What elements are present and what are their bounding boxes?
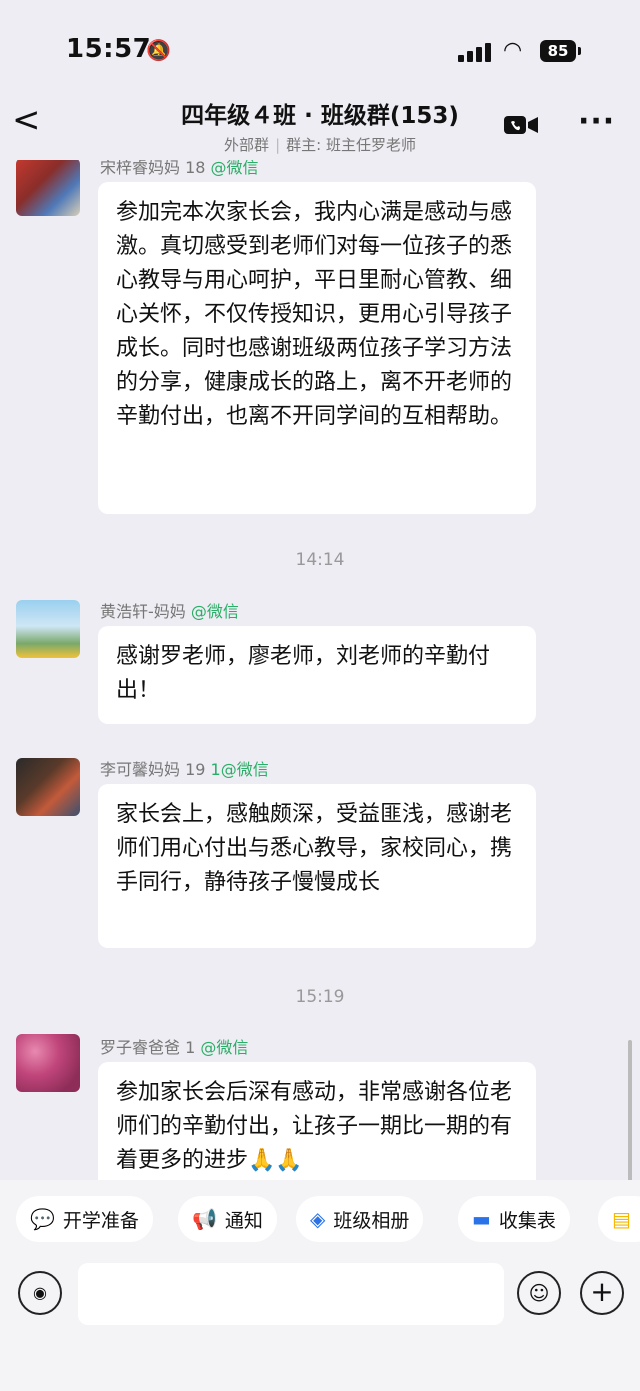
status-bar: 15:57 🔕 ◠ 85 bbox=[0, 0, 640, 100]
input-bar: ◉ ☺ + bbox=[0, 1255, 640, 1391]
message-bubble[interactable]: 感谢罗老师，廖老师，刘老师的辛勤付出！ bbox=[98, 626, 536, 724]
sender-name: 宋梓睿妈妈 18 @微信 bbox=[100, 160, 259, 177]
avatar[interactable] bbox=[16, 758, 80, 816]
group-title: 四年级４班 · 班级群(153) bbox=[181, 103, 459, 129]
emoji-icon[interactable]: ☺ bbox=[517, 1271, 561, 1315]
sender-name: 罗子睿爸爸 1 @微信 bbox=[100, 1038, 249, 1057]
timestamp: 15:19 bbox=[295, 987, 345, 1007]
message-bubble[interactable]: 家长会上，感触颇深，受益匪浅，感谢老师们用心付出与悉心教导，家校同心，携手同行，… bbox=[98, 784, 536, 948]
chip-label: 班级相册 bbox=[333, 1209, 410, 1232]
tray-icon: ▬ bbox=[472, 1207, 491, 1231]
status-time: 15:57 bbox=[66, 34, 152, 64]
avatar[interactable] bbox=[16, 1034, 80, 1092]
megaphone-icon: 📢 bbox=[192, 1207, 217, 1231]
album-icon: ◈ bbox=[310, 1207, 326, 1231]
quick-tools-bar: 💬 开学准备 📢 通知 ◈ 班级相册 ▬ 收集表 ▤ bbox=[0, 1180, 640, 1260]
chip-label: 通知 bbox=[224, 1209, 263, 1232]
sender-name: 李可馨妈妈 19 1@微信 bbox=[100, 760, 269, 779]
group-subtitle: 外部群 | 群主: 班主任罗老师 bbox=[224, 136, 416, 154]
message-input[interactable] bbox=[78, 1263, 504, 1325]
class-album-button[interactable]: ◈ 班级相册 bbox=[296, 1196, 424, 1242]
chip-label: 收集表 bbox=[498, 1209, 556, 1232]
message-list[interactable]: 宋梓睿妈妈 18 @微信 参加完本次家长会，我内心满是感动与感激。真切感受到老师… bbox=[0, 160, 640, 1180]
mute-bell-icon: 🔕 bbox=[146, 38, 171, 62]
video-call-icon[interactable] bbox=[504, 114, 538, 136]
start-school-prep-button[interactable]: 💬 开学准备 bbox=[16, 1196, 153, 1242]
message-bubble[interactable]: 参加完本次家长会，我内心满是感动与感激。真切感受到老师们对每一位孩子的悉心教导与… bbox=[98, 182, 536, 514]
message-bubble[interactable]: 参加家长会后深有感动，非常感谢各位老师们的辛勤付出，让孩子一期比一期的有着更多的… bbox=[98, 1062, 536, 1180]
collection-form-button[interactable]: ▬ 收集表 bbox=[458, 1196, 570, 1242]
more-options-icon[interactable]: ··· bbox=[578, 104, 615, 139]
timestamp: 14:14 bbox=[295, 550, 345, 570]
chip-label: 开学准备 bbox=[62, 1209, 139, 1232]
wifi-icon: ◠ bbox=[503, 38, 523, 63]
cellular-signal-icon bbox=[458, 40, 492, 62]
group-owner-label: 群主: 班主任罗老师 bbox=[286, 136, 416, 154]
sender-name: 黄浩轩-妈妈 @微信 bbox=[100, 602, 239, 621]
notice-button[interactable]: 📢 通知 bbox=[178, 1196, 277, 1242]
avatar[interactable] bbox=[16, 160, 80, 216]
note-icon: ▤ bbox=[612, 1207, 631, 1231]
plus-icon[interactable]: + bbox=[580, 1271, 624, 1315]
battery-icon: 85 bbox=[540, 40, 581, 62]
external-group-label: 外部群 bbox=[224, 136, 270, 154]
chat-bubble-icon: 💬 bbox=[30, 1207, 55, 1231]
avatar[interactable] bbox=[16, 600, 80, 658]
more-tools-button[interactable]: ▤ bbox=[598, 1196, 640, 1242]
scrollbar[interactable] bbox=[628, 1040, 632, 1180]
chat-header: < 四年级４班 · 班级群(153) 外部群 | 群主: 班主任罗老师 ··· bbox=[0, 90, 640, 160]
voice-input-icon[interactable]: ◉ bbox=[18, 1271, 62, 1315]
